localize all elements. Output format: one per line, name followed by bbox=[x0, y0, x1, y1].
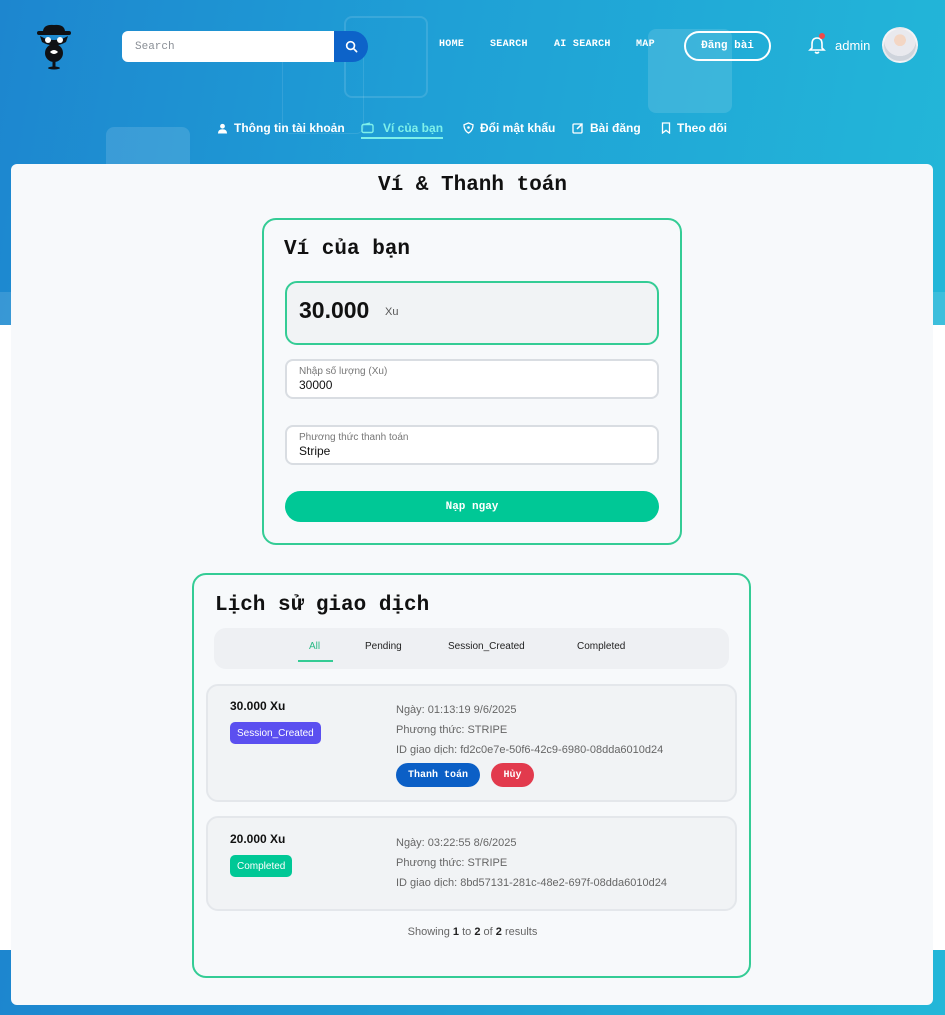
history-title: Lịch sử giao dịch bbox=[215, 594, 430, 617]
payment-method-select[interactable]: Phương thức thanh toán Stripe bbox=[285, 425, 659, 465]
tab-pending[interactable]: Pending bbox=[365, 641, 402, 652]
active-tab-indicator bbox=[298, 660, 333, 662]
search-bar bbox=[122, 31, 368, 62]
user-icon bbox=[217, 123, 228, 134]
amount-field[interactable]: Nhập số lượng (Xu) bbox=[285, 359, 659, 399]
subnav-label: Bài đăng bbox=[590, 121, 641, 135]
transaction-method: Phương thức: STRIPE bbox=[396, 724, 508, 736]
active-tab-indicator bbox=[361, 137, 443, 139]
search-input[interactable] bbox=[122, 31, 336, 62]
search-button[interactable] bbox=[334, 31, 368, 62]
results-from: 1 bbox=[452, 926, 460, 938]
bookmark-icon bbox=[661, 122, 671, 134]
subnav-following[interactable]: Theo dõi bbox=[661, 121, 727, 135]
edit-icon bbox=[572, 122, 584, 134]
subnav-label: Ví của bạn bbox=[383, 121, 444, 135]
nav-map[interactable]: MAP bbox=[636, 39, 655, 50]
post-button[interactable]: Đăng bài bbox=[684, 31, 771, 61]
results-total: 2 bbox=[495, 926, 502, 938]
nav-home[interactable]: HOME bbox=[439, 39, 464, 50]
nav-search[interactable]: SEARCH bbox=[490, 39, 528, 50]
amount-field-label: Nhập số lượng (Xu) bbox=[299, 366, 388, 377]
balance-unit: Xu bbox=[385, 306, 399, 318]
cancel-button[interactable]: Hủy bbox=[491, 763, 534, 787]
subnav-posts[interactable]: Bài đăng bbox=[572, 121, 641, 135]
payment-method-value[interactable]: Stripe bbox=[299, 444, 639, 458]
nav-ai-search[interactable]: AI SEARCH bbox=[554, 39, 611, 50]
balance-amount: 30.000 bbox=[299, 297, 370, 323]
spy-pin-logo-icon[interactable] bbox=[34, 22, 74, 70]
tab-completed[interactable]: Completed bbox=[577, 641, 625, 652]
status-badge: Session_Created bbox=[230, 722, 321, 744]
page-title: Ví & Thanh toán bbox=[377, 174, 568, 197]
payment-method-label: Phương thức thanh toán bbox=[299, 432, 409, 443]
results-summary: Showing 1 to 2 of 2 results bbox=[0, 926, 945, 938]
wallet-title: Ví của bạn bbox=[284, 238, 411, 261]
wallet-icon bbox=[361, 122, 374, 134]
topup-button[interactable]: Nạp ngay bbox=[285, 491, 659, 522]
transaction-date: Ngày: 03:22:55 8/6/2025 bbox=[396, 837, 517, 849]
results-prefix: Showing bbox=[407, 926, 450, 938]
subnav-label: Theo dõi bbox=[677, 121, 727, 135]
notification-dot bbox=[819, 33, 825, 39]
transaction-method: Phương thức: STRIPE bbox=[396, 857, 508, 869]
search-icon bbox=[345, 40, 357, 53]
username[interactable]: admin bbox=[835, 38, 870, 53]
results-of-word: of bbox=[483, 926, 493, 938]
transaction-amount: 20.000 Xu bbox=[230, 832, 286, 846]
pay-button[interactable]: Thanh toán bbox=[396, 763, 480, 787]
results-to-word: to bbox=[462, 926, 472, 938]
transaction-date: Ngày: 01:13:19 9/6/2025 bbox=[396, 704, 517, 716]
subnav-wallet[interactable]: Ví của bạn bbox=[361, 121, 443, 135]
results-suffix: results bbox=[504, 926, 538, 938]
tab-session-created[interactable]: Session_Created bbox=[448, 641, 525, 652]
transaction-amount: 30.000 Xu bbox=[230, 699, 286, 713]
subnav-label: Đổi mật khẩu bbox=[480, 121, 556, 135]
transaction-id: ID giao dịch: fd2c0e7e-50f6-42c9-6980-08… bbox=[396, 744, 664, 756]
subnav-label: Thông tin tài khoản bbox=[234, 121, 345, 135]
status-badge: Completed bbox=[230, 855, 293, 877]
transaction-id: ID giao dịch: 8bd57131-281c-48e2-697f-08… bbox=[396, 877, 667, 889]
amount-input[interactable] bbox=[299, 378, 639, 392]
results-to: 2 bbox=[474, 926, 481, 938]
subnav-account-info[interactable]: Thông tin tài khoản bbox=[217, 121, 345, 135]
tab-all[interactable]: All bbox=[309, 641, 320, 652]
avatar[interactable] bbox=[882, 27, 918, 63]
shield-icon bbox=[463, 122, 474, 134]
subnav-change-password[interactable]: Đổi mật khẩu bbox=[463, 121, 555, 135]
